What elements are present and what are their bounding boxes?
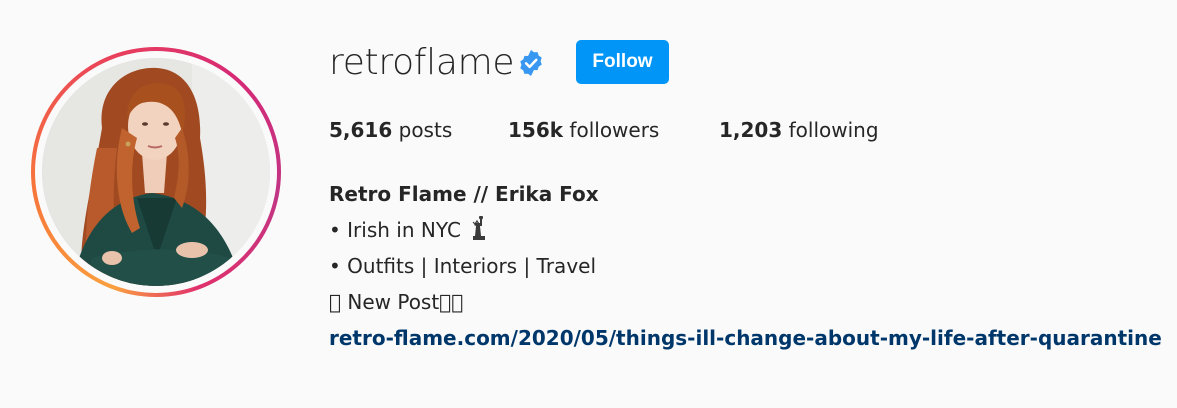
following-count: 1,203 [719,118,783,142]
bio-link-line: retro-flame.com/2020/05/things-ill-chang… [329,320,1162,356]
avatar-story-ring[interactable] [31,47,281,297]
avatar [42,58,270,286]
bio-line-location: • Irish in NYC [329,212,1162,248]
posts-count: 5,616 [329,118,393,142]
followers-count: 156k [508,118,564,142]
profile-bio: Retro Flame // Erika Fox • Irish in NYC … [329,176,1162,356]
bio-location-text: • Irish in NYC [329,218,461,242]
followers-label: followers [569,118,660,142]
statue-of-liberty-icon [472,216,486,240]
verified-badge-icon [520,50,542,76]
avatar-photo-illustration [42,58,270,286]
posts-stat: 5,616 posts [329,116,452,144]
full-name: Retro Flame // Erika Fox [329,182,599,206]
posts-label: posts [398,118,453,142]
bio-line-new-post: 􀀀 New Post􀀀􀀀 [329,290,464,314]
bio-line-topics: • Outfits | Interiors | Travel [329,254,597,278]
followers-stat[interactable]: 156k followers [508,116,659,144]
following-stat[interactable]: 1,203 following [719,116,879,144]
follow-button[interactable]: Follow [576,40,669,84]
profile-header: retroflame Follow 5,616 posts 156k follo… [0,0,1177,408]
username: retroflame [329,42,515,83]
following-label: following [788,118,879,142]
bio-website-link[interactable]: retro-flame.com/2020/05/things-ill-chang… [329,326,1162,350]
